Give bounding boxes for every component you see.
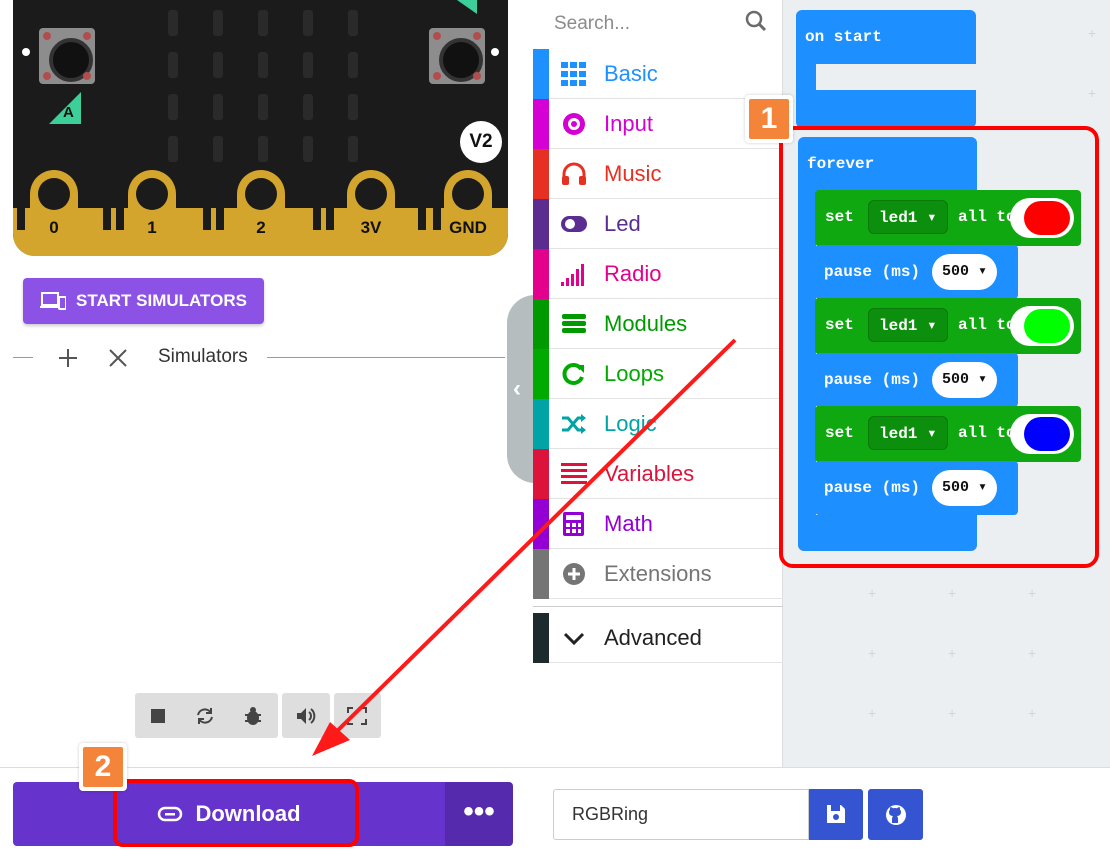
annotation-arrow <box>312 338 737 756</box>
